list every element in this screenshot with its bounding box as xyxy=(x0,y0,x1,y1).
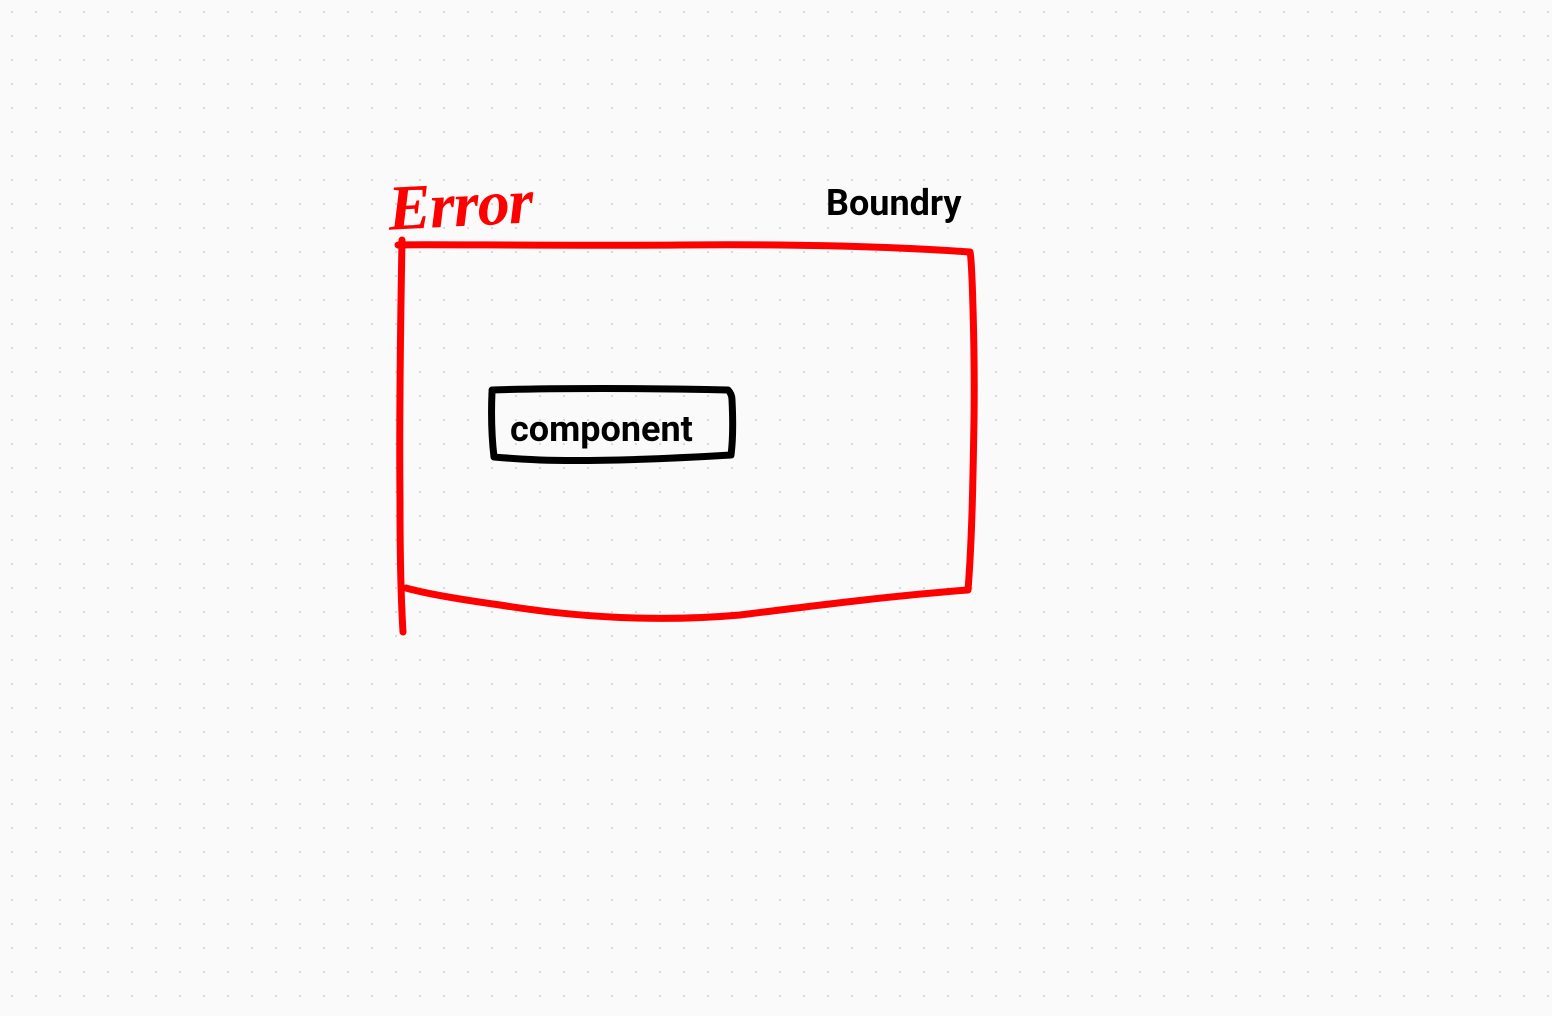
diagram-canvas[interactable]: Error Boundry component xyxy=(0,0,1552,1016)
sketch-overlay xyxy=(0,0,1552,1016)
error-label: Error xyxy=(386,164,534,245)
component-label: component xyxy=(510,408,693,450)
boundary-label: Boundry xyxy=(826,182,962,224)
